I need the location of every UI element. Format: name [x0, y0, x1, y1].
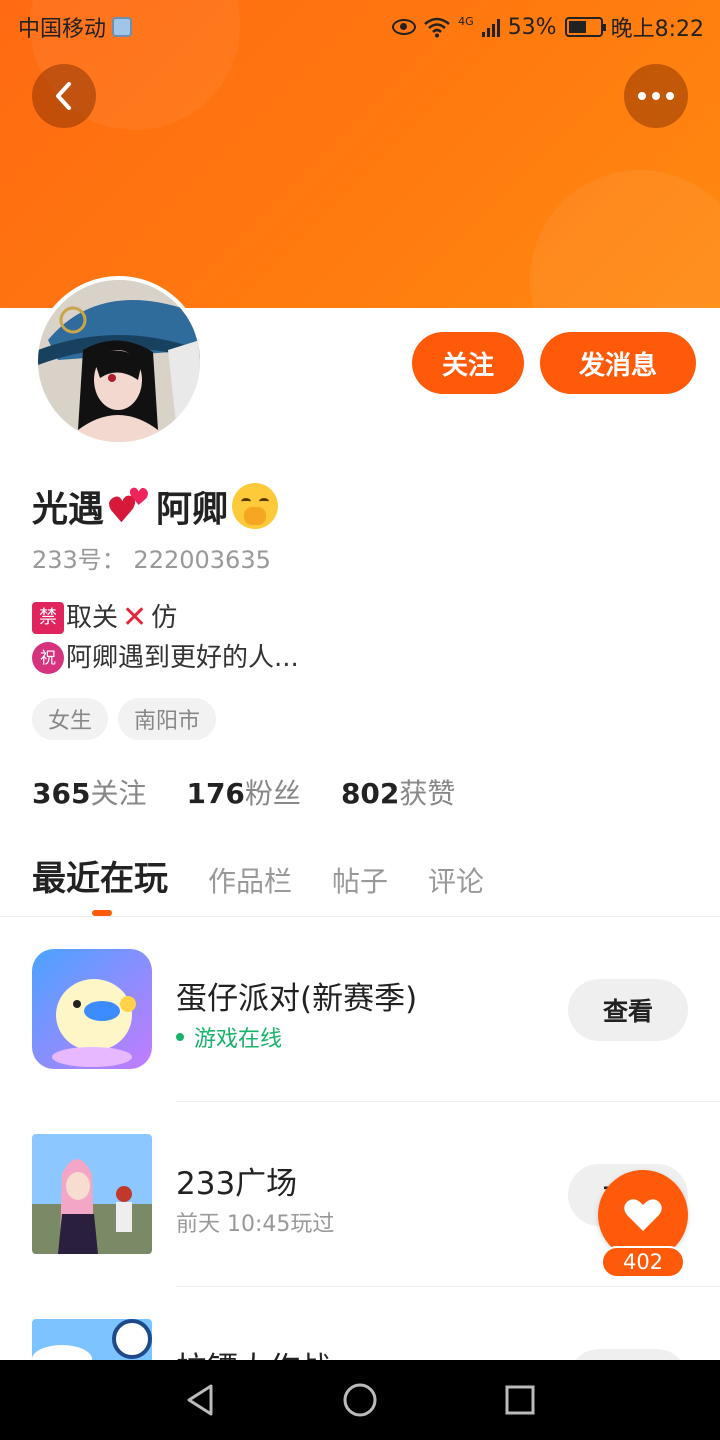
stat-label: 获赞	[399, 777, 456, 810]
game-icon	[32, 949, 152, 1069]
profile-tabs: 最近在玩 作品栏 帖子 评论	[32, 850, 484, 900]
profile-bio: 禁 取关 ✕ 仿 祝 阿卿遇到更好的人...	[32, 598, 299, 678]
battery-percent: 53%	[507, 14, 557, 40]
avatar-image	[38, 280, 200, 442]
profile-name: 光遇 阿卿	[32, 480, 279, 532]
game-icon-image	[32, 1319, 152, 1360]
stat-number: 365	[32, 777, 91, 810]
game-status-text: 前天 10:45玩过	[176, 1212, 335, 1237]
wifi-icon	[424, 17, 450, 38]
two-hearts-icon	[109, 487, 148, 523]
tab-posts[interactable]: 帖子	[332, 860, 388, 900]
stat-number: 176	[186, 777, 245, 810]
cross-mark-icon: ✕	[122, 600, 148, 635]
chevron-left-icon	[56, 82, 71, 110]
system-nav-bar	[0, 1360, 720, 1440]
stat-label: 粉丝	[244, 777, 301, 810]
tag-gender: 女生	[32, 698, 109, 740]
game-icon	[32, 1134, 152, 1254]
circle-home-icon	[343, 1383, 377, 1417]
list-item[interactable]: 蛋仔派对(新赛季) 游戏在线 查看	[0, 917, 720, 1102]
tab-recently-played[interactable]: 最近在玩	[32, 851, 168, 900]
heart-icon	[624, 1199, 662, 1231]
bio-line: 禁 取关 ✕ 仿	[32, 598, 299, 638]
signal-icon	[481, 17, 500, 37]
bless-icon: 祝	[32, 642, 64, 674]
triangle-back-icon	[187, 1384, 213, 1416]
stat-followers[interactable]: 176粉丝	[186, 772, 300, 812]
send-message-button[interactable]: 发消息	[540, 332, 696, 394]
game-title: 233广场	[176, 1166, 298, 1202]
bio-text: 阿卿遇到更好的人...	[66, 643, 299, 673]
battery-icon	[564, 17, 606, 37]
tab-works[interactable]: 作品栏	[208, 860, 292, 900]
list-item[interactable]: 拉镖大作战 查看	[0, 1287, 720, 1360]
bio-text: 仿	[151, 603, 178, 633]
bio-text: 取关	[66, 603, 119, 633]
like-count: 402	[601, 1246, 685, 1278]
square-recents-icon	[505, 1385, 535, 1415]
game-icon-image	[32, 1134, 152, 1254]
network-type: 4G	[458, 14, 474, 28]
more-dots-icon	[638, 92, 674, 100]
bio-line: 祝 阿卿遇到更好的人...	[32, 638, 299, 678]
status-left: 中国移动	[18, 11, 133, 43]
tab-comments[interactable]: 评论	[428, 860, 484, 900]
profile-name-part2: 阿卿	[156, 489, 229, 530]
shield-icon	[112, 17, 133, 37]
eye-icon	[392, 19, 417, 35]
stat-likes[interactable]: 802获赞	[341, 772, 455, 812]
hand-over-mouth-icon	[232, 483, 279, 529]
view-button[interactable]: 查看	[568, 1349, 688, 1360]
user-id: 233号： 222003635	[32, 546, 271, 574]
nav-home-button[interactable]	[340, 1380, 380, 1420]
status-bar: 中国移动 4G 53% 晚上8:22	[0, 0, 720, 50]
game-title: 拉镖大作战	[176, 1343, 331, 1360]
game-icon-image	[32, 949, 152, 1069]
game-title: 蛋仔派对(新赛季)	[176, 981, 418, 1017]
clock: 晚上8:22	[610, 17, 704, 42]
stat-following[interactable]: 365关注	[32, 772, 146, 812]
stat-label: 关注	[90, 777, 147, 810]
back-button[interactable]	[32, 64, 96, 128]
avatar[interactable]	[34, 276, 204, 446]
stat-number: 802	[340, 777, 400, 810]
game-status: 游戏在线	[176, 1021, 282, 1053]
online-dot-icon	[176, 1033, 184, 1041]
follow-button[interactable]: 关注	[412, 332, 524, 394]
prohibited-icon: 禁	[32, 602, 64, 634]
tag-location: 南阳市	[118, 698, 217, 740]
nav-back-button[interactable]	[180, 1380, 220, 1420]
carrier-name: 中国移动	[18, 17, 107, 42]
status-right: 4G 53% 晚上8:22	[392, 11, 704, 43]
profile-name-part1: 光遇	[32, 489, 105, 530]
banner-decoration	[530, 170, 720, 308]
more-button[interactable]	[624, 64, 688, 128]
nav-recents-button[interactable]	[500, 1380, 540, 1420]
view-button[interactable]: 查看	[568, 979, 688, 1041]
profile-stats: 365关注 176粉丝 802获赞	[32, 772, 455, 812]
game-icon	[32, 1319, 152, 1360]
game-status-text: 游戏在线	[194, 1027, 283, 1052]
profile-tags: 女生 南阳市	[32, 698, 217, 740]
